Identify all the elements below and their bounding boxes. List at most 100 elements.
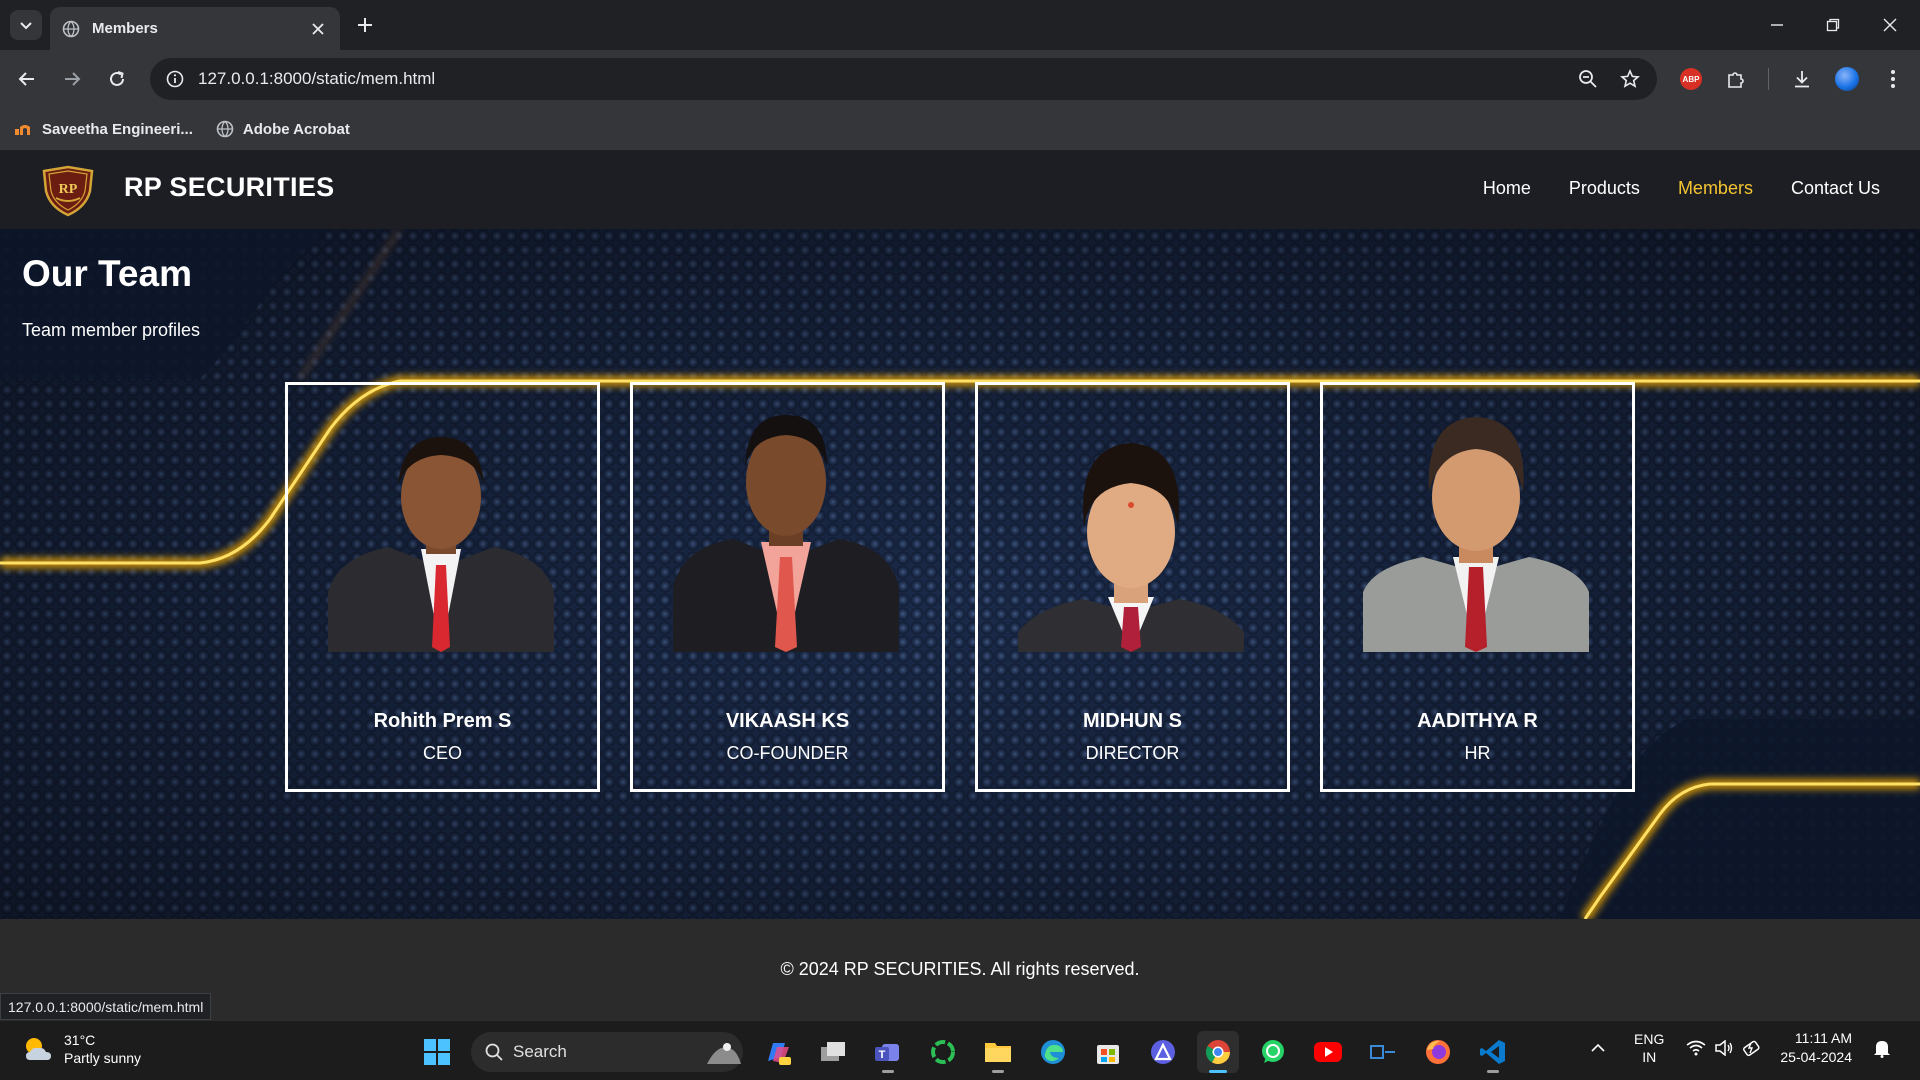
language-indicator[interactable]: ENG IN	[1634, 1030, 1664, 1066]
site-info-button[interactable]	[162, 66, 188, 92]
site-footer: © 2024 RP SECURITIES. All rights reserve…	[0, 919, 1920, 1020]
toolbar-divider	[1768, 68, 1769, 90]
member-name: Rohith Prem S	[373, 710, 512, 732]
windows-icon	[424, 1039, 450, 1065]
taskbar-search[interactable]: Search	[471, 1032, 743, 1072]
forward-button[interactable]	[57, 64, 87, 94]
footer-copyright: © 2024 RP SECURITIES. All rights reserve…	[780, 959, 1140, 979]
section-title: Our Team	[22, 253, 192, 294]
reload-button[interactable]	[102, 64, 132, 94]
globe-icon	[215, 120, 235, 138]
taskbar-task-view[interactable]	[812, 1031, 854, 1073]
taskbar-store[interactable]	[1087, 1031, 1129, 1073]
plus-icon	[358, 18, 372, 32]
close-window-button[interactable]	[1877, 12, 1903, 38]
url-text[interactable]: 127.0.0.1:8000/static/mem.html	[198, 69, 1573, 89]
nav-link-products[interactable]: Products	[1569, 178, 1640, 199]
back-button[interactable]	[12, 64, 42, 94]
globe-icon	[62, 20, 80, 37]
svg-text:T: T	[879, 1049, 886, 1061]
bookmark-star-button[interactable]	[1615, 64, 1645, 94]
download-icon	[1795, 71, 1809, 88]
member-name: MIDHUN S	[1083, 710, 1182, 732]
team-cards: Rohith Prem S CEO VIKAASH KS CO-FOUNDER	[285, 382, 1635, 792]
folder-icon	[985, 1043, 1011, 1062]
chrome-icon	[1205, 1040, 1230, 1065]
taskbar-clock[interactable]: 11:11 AM 25-04-2024	[1780, 1029, 1852, 1067]
start-button[interactable]	[416, 1031, 458, 1073]
browser-tab-members[interactable]: Members	[50, 7, 340, 50]
browser-toolbar: 127.0.0.1:8000/static/mem.html ABP	[0, 50, 1920, 108]
address-bar[interactable]: 127.0.0.1:8000/static/mem.html	[150, 58, 1657, 100]
member-role: CO-FOUNDER	[726, 743, 849, 763]
taskbar-youtube[interactable]	[1307, 1031, 1349, 1073]
nav-link-contact-us[interactable]: Contact Us	[1791, 178, 1880, 199]
system-tray: ENG IN 11:11 AM 25-04-2024	[1584, 1029, 1896, 1067]
taskbar-whatsapp[interactable]	[1252, 1031, 1294, 1073]
team-card[interactable]: AADITHYA R HR	[1320, 382, 1635, 792]
nav-link-members[interactable]: Members	[1678, 178, 1753, 199]
tab-close-button[interactable]	[308, 19, 328, 39]
extensions-button[interactable]	[1721, 64, 1751, 94]
member-name: VIKAASH KS	[725, 710, 850, 732]
app-icon	[1370, 1045, 1395, 1059]
site-header: RP RP SECURITIES Home Products Members C…	[0, 150, 1920, 229]
copilot-icon	[768, 1043, 791, 1065]
language-code: ENG	[1634, 1031, 1665, 1047]
member-photo	[1363, 417, 1589, 652]
volume-status[interactable]	[1710, 1034, 1738, 1062]
tab-search-button[interactable]	[10, 10, 42, 40]
clock-date: 25-04-2024	[1780, 1049, 1852, 1065]
notifications-button[interactable]	[1868, 1034, 1896, 1062]
taskbar-vscode[interactable]	[1472, 1031, 1514, 1073]
wifi-icon	[1686, 1040, 1706, 1056]
new-tab-button[interactable]	[352, 12, 378, 38]
taskbar-firefox[interactable]	[1417, 1031, 1459, 1073]
bookmark-label: Saveetha Engineeri...	[42, 120, 193, 138]
taskbar-file-explorer[interactable]	[977, 1031, 1019, 1073]
youtube-icon	[1314, 1042, 1342, 1062]
team-card[interactable]: VIKAASH KS CO-FOUNDER	[630, 382, 945, 792]
taskbar-sync-app[interactable]	[922, 1031, 964, 1073]
edge-icon	[1041, 1040, 1065, 1064]
status-bar-url: 127.0.0.1:8000/static/mem.html	[0, 993, 212, 1020]
menu-button[interactable]	[1878, 64, 1908, 94]
taskbar-app[interactable]	[1362, 1031, 1404, 1073]
bell-icon	[1874, 1041, 1890, 1058]
weather-widget[interactable]: 31°C Partly sunny	[20, 1031, 141, 1067]
search-highlight-icon	[707, 1043, 741, 1064]
show-hidden-icons-button[interactable]	[1584, 1034, 1612, 1062]
rp-securities-logo[interactable]: RP	[40, 165, 96, 217]
nav-link-home[interactable]: Home	[1483, 178, 1531, 199]
teams-icon: T	[875, 1044, 899, 1061]
team-card[interactable]: MIDHUN S DIRECTOR	[975, 382, 1290, 792]
weather-temperature: 31°C	[64, 1032, 96, 1048]
taskbar-app-launcher[interactable]	[1142, 1031, 1184, 1073]
adblock-icon: ABP	[1680, 68, 1702, 90]
profile-button[interactable]	[1832, 64, 1862, 94]
taskbar-copilot[interactable]	[757, 1031, 799, 1073]
downloads-button[interactable]	[1787, 64, 1817, 94]
restore-button[interactable]	[1820, 12, 1846, 38]
running-indicator	[992, 1070, 1004, 1073]
team-card[interactable]: Rohith Prem S CEO	[285, 382, 600, 792]
adblock-extension-button[interactable]: ABP	[1676, 64, 1706, 94]
chevron-down-icon	[20, 22, 32, 30]
avatar	[1835, 67, 1859, 91]
bookmark-adobe-acrobat[interactable]: Adobe Acrobat	[215, 120, 350, 138]
minimize-button[interactable]	[1764, 12, 1790, 38]
taskbar-chrome[interactable]	[1197, 1031, 1239, 1073]
zoom-button[interactable]	[1573, 64, 1603, 94]
taskbar-apps: Search T	[416, 1031, 1527, 1073]
member-role: DIRECTOR	[1085, 743, 1180, 763]
taskbar-teams[interactable]: T	[867, 1031, 909, 1073]
running-indicator	[1209, 1070, 1227, 1073]
wifi-status[interactable]	[1682, 1034, 1710, 1062]
battery-status[interactable]	[1738, 1034, 1766, 1062]
taskbar-edge[interactable]	[1032, 1031, 1074, 1073]
more-vertical-icon	[1891, 70, 1895, 88]
saveetha-favicon-icon	[14, 120, 34, 138]
member-photo	[328, 437, 554, 652]
bookmark-saveetha[interactable]: Saveetha Engineeri...	[14, 120, 193, 138]
site-title[interactable]: RP SECURITIES	[124, 172, 334, 203]
